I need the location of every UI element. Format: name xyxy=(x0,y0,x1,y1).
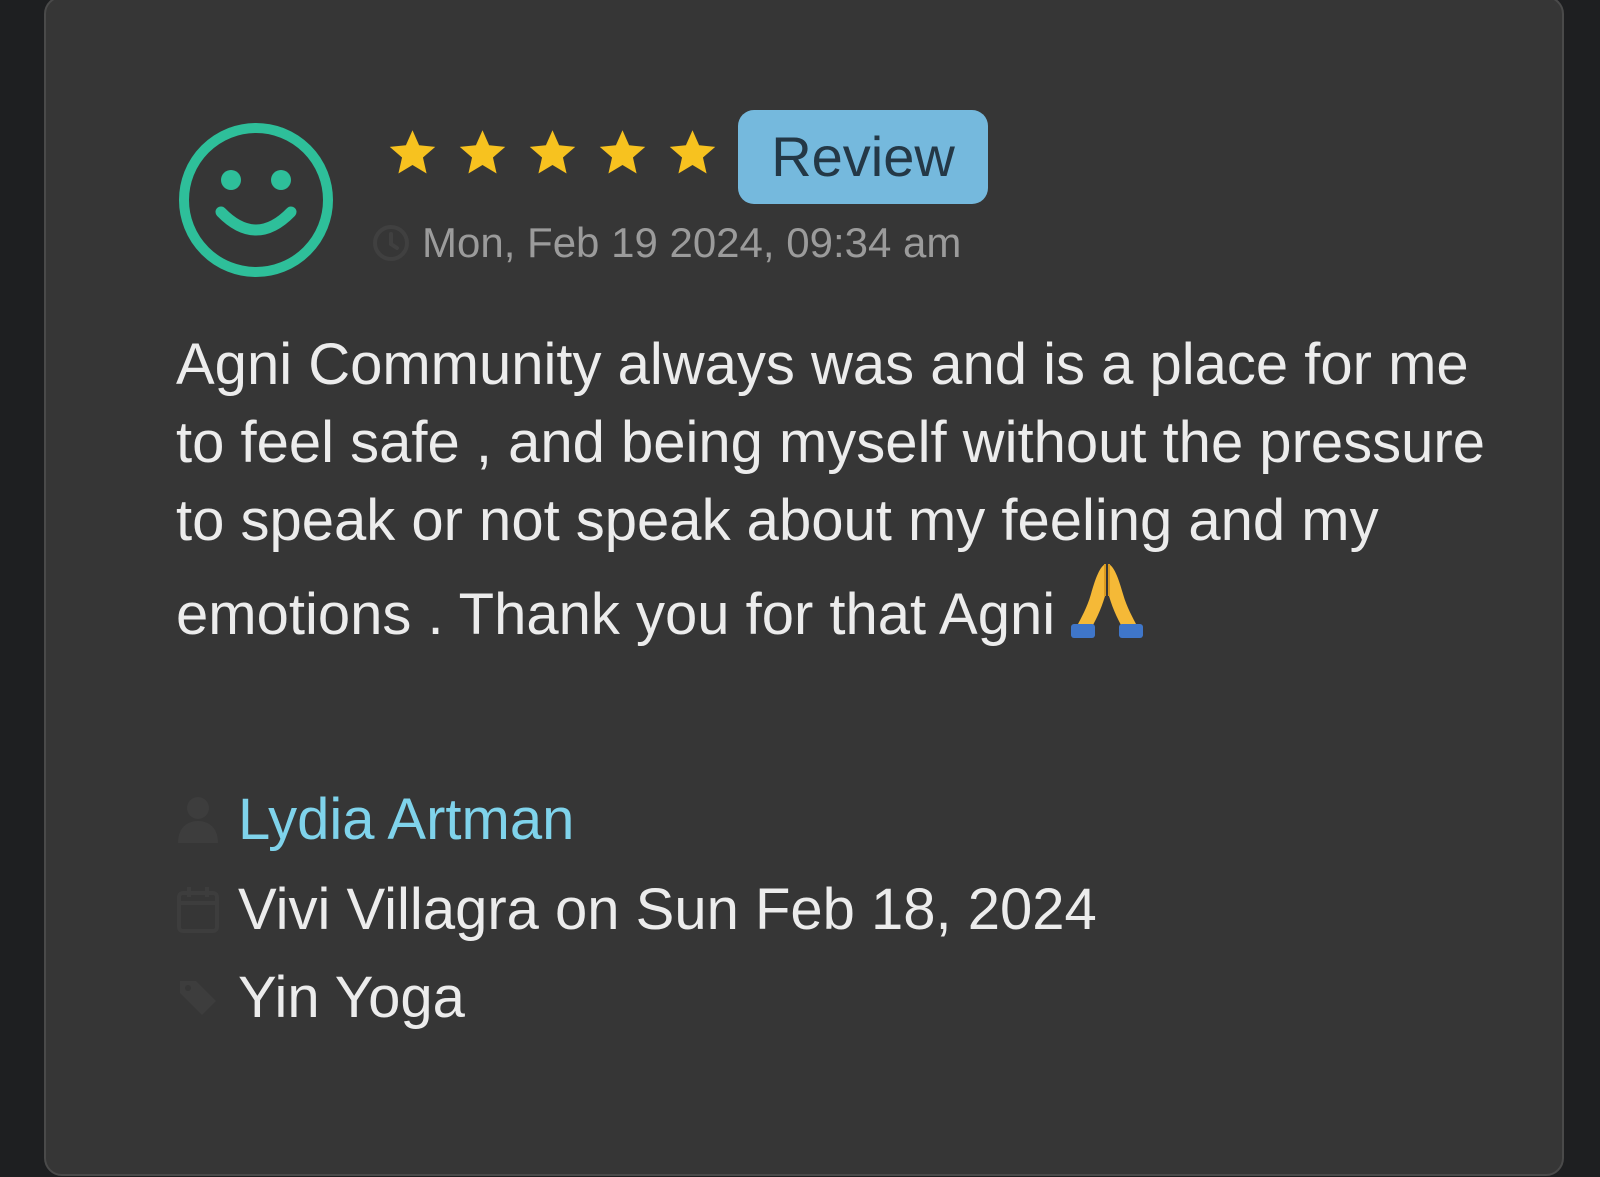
review-badge[interactable]: Review xyxy=(738,110,988,204)
class-row: Yin Yoga xyxy=(176,962,465,1032)
review-timestamp: Mon, Feb 19 2024, 09:34 am xyxy=(422,219,962,266)
smiley-face-icon xyxy=(179,123,333,277)
review-text-content: Agni Community always was and is a place… xyxy=(176,332,1485,647)
star-icon xyxy=(389,130,436,174)
star-icon xyxy=(599,130,646,174)
session-row: Vivi Villagra on Sun Feb 18, 2024 xyxy=(176,874,1097,944)
session-info: Vivi Villagra on Sun Feb 18, 2024 xyxy=(238,876,1097,942)
review-text: Agni Community always was and is a place… xyxy=(176,326,1506,654)
star-rating xyxy=(384,128,721,178)
author-row: Lydia Artman xyxy=(176,784,574,854)
clock-icon xyxy=(373,225,409,261)
star-icon xyxy=(459,130,506,174)
star-icon xyxy=(669,130,716,174)
tag-icon xyxy=(180,981,216,1015)
author-link[interactable]: Lydia Artman xyxy=(238,786,574,853)
folded-hands-emoji xyxy=(1065,560,1149,640)
review-card: Review Mon, Feb 19 2024, 09:34 am Agni C… xyxy=(44,0,1564,1176)
calendar-icon xyxy=(177,887,219,933)
class-name: Yin Yoga xyxy=(238,964,465,1030)
timestamp-row: Mon, Feb 19 2024, 09:34 am xyxy=(372,218,961,268)
user-icon xyxy=(178,797,218,843)
star-icon xyxy=(529,130,576,174)
